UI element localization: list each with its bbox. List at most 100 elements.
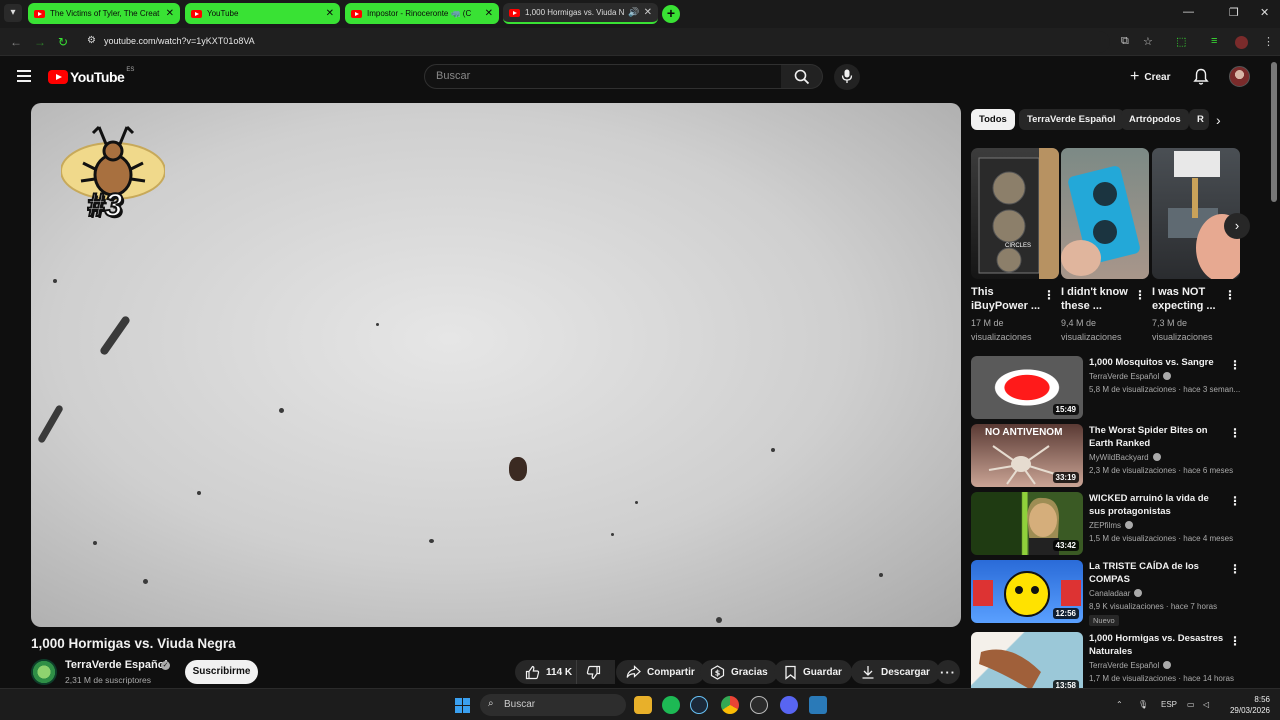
short-more-icon[interactable]: ⋮ [1134, 288, 1146, 302]
chip-channel[interactable]: TerraVerde Español [1019, 109, 1124, 130]
browser-tab-3[interactable]: Impostor - Rinoceronte 🦏 (C ✕ [345, 3, 499, 24]
recommendation-item[interactable]: 12:56 La TRISTE CAÍDA de los COMPAS Cana… [971, 560, 1261, 626]
new-tab-button[interactable]: + [662, 5, 680, 23]
speaker-icon[interactable]: 🔊 [628, 7, 639, 18]
page-scrollbar[interactable] [1271, 62, 1277, 202]
short-thumbnail[interactable] [1152, 148, 1240, 279]
install-app-icon[interactable]: ⧉ [1121, 35, 1129, 48]
tray-expand-icon[interactable]: ⌃ [1116, 700, 1123, 709]
create-button[interactable]: + Crear [1122, 66, 1178, 88]
chrome-icon[interactable] [721, 696, 739, 714]
chip-more[interactable]: R [1189, 109, 1209, 130]
short-title[interactable]: This iBuyPower ... [971, 285, 1041, 313]
spotify-icon[interactable] [662, 696, 680, 714]
back-arrow-icon[interactable]: ← [10, 35, 22, 49]
maximize-icon[interactable]: ❐ [1229, 6, 1239, 19]
close-tab-icon[interactable]: ✕ [644, 7, 652, 18]
file-explorer-icon[interactable] [634, 696, 652, 714]
taskbar-clock[interactable]: 8:56 29/03/2026 [1226, 694, 1270, 716]
more-actions-button[interactable]: ··· [936, 660, 960, 684]
short-thumbnail[interactable]: CIRCLES [971, 148, 1059, 279]
video-thumbnail[interactable]: 43:42 [971, 492, 1083, 555]
extensions-icon[interactable]: ⬚ [1176, 35, 1186, 48]
minimize-icon[interactable]: — [1183, 6, 1194, 18]
notifications-bell-icon[interactable] [1193, 68, 1209, 86]
recommendation-item[interactable]: 13:58 1,000 Hormigas vs. Desastres Natur… [971, 632, 1261, 688]
window-close-icon[interactable]: ✕ [1260, 6, 1269, 19]
short-title[interactable]: I was NOT expecting ... [1152, 285, 1222, 313]
search-button[interactable] [781, 64, 823, 89]
menu-hamburger-icon[interactable] [17, 70, 31, 82]
tab-search-dropdown[interactable]: ▾ [4, 4, 22, 22]
close-tab-icon[interactable]: ✕ [326, 8, 334, 19]
more-options-icon[interactable]: ⋮ [1229, 426, 1241, 440]
short-more-icon[interactable]: ⋮ [1043, 288, 1055, 302]
video-player[interactable]: #3 [31, 103, 961, 627]
windows-start-icon[interactable] [455, 698, 470, 713]
video-title[interactable]: 1,000 Mosquitos vs. Sangre [1089, 356, 1224, 369]
dislike-button[interactable] [576, 660, 610, 684]
subscribe-button[interactable]: Suscribirme [185, 660, 258, 684]
media-control-icon[interactable]: ≡ [1211, 35, 1217, 47]
recommendation-item[interactable]: 15:49 1,000 Mosquitos vs. Sangre TerraVe… [971, 356, 1261, 420]
video-thumbnail[interactable]: 13:58 [971, 632, 1083, 688]
site-info-icon[interactable]: ⚙ [87, 35, 96, 46]
channel-name[interactable]: ZEPfilms [1089, 521, 1133, 530]
more-options-icon[interactable]: ⋮ [1229, 494, 1241, 508]
recommendation-item[interactable]: NO ANTIVENOM 33:19 The Worst Spider Bite… [971, 424, 1261, 488]
share-button[interactable]: Compartir [616, 660, 705, 684]
more-options-icon[interactable]: ⋮ [1229, 562, 1241, 576]
channel-name[interactable]: MyWildBackyard [1089, 453, 1161, 462]
video-thumbnail[interactable]: NO ANTIVENOM 33:19 [971, 424, 1083, 487]
more-options-icon[interactable]: ⋮ [1229, 634, 1241, 648]
thanks-button[interactable]: $ Gracias [700, 660, 778, 684]
channel-name[interactable]: TerraVerde Español [1089, 661, 1172, 670]
forward-arrow-icon[interactable]: → [34, 35, 46, 49]
reload-icon[interactable]: ↻ [58, 35, 68, 49]
more-options-icon[interactable]: ⋮ [1229, 358, 1241, 372]
steam-icon[interactable] [690, 696, 708, 714]
chips-next-chevron-icon[interactable]: › [1216, 112, 1221, 128]
chip-all[interactable]: Todos [971, 109, 1015, 130]
video-thumbnail[interactable]: 15:49 [971, 356, 1083, 419]
browser-tab-active[interactable]: 1,000 Hormigas vs. Viuda N 🔊 ✕ [503, 3, 658, 24]
youtube-logo[interactable]: YouTube ES [48, 67, 134, 85]
close-tab-icon[interactable]: ✕ [485, 8, 493, 19]
channel-name[interactable]: TerraVerde Español [1089, 372, 1172, 381]
short-more-icon[interactable]: ⋮ [1224, 288, 1236, 302]
browser-tab-2[interactable]: YouTube ✕ [185, 3, 340, 24]
short-title[interactable]: I didn't know these ... [1061, 285, 1131, 313]
channel-name[interactable]: Canaladaar [1089, 589, 1143, 598]
shorts-next-button[interactable]: › [1224, 213, 1250, 239]
mic-tray-icon[interactable]: 🎙 [1138, 700, 1148, 709]
input-language[interactable]: ESP [1161, 700, 1177, 709]
close-tab-icon[interactable]: ✕ [166, 8, 174, 19]
taskbar-search-input[interactable]: Buscar [480, 694, 626, 716]
video-title[interactable]: The Worst Spider Bites on Earth Ranked [1089, 424, 1224, 450]
download-button[interactable]: Descargar [851, 660, 940, 684]
search-input[interactable]: Buscar [424, 64, 782, 89]
network-icon[interactable]: ▭ [1187, 700, 1195, 709]
save-button[interactable]: Guardar [774, 660, 852, 684]
video-title[interactable]: La TRISTE CAÍDA de los COMPAS [1089, 560, 1224, 586]
voice-search-button[interactable] [834, 64, 860, 90]
channel-avatar[interactable] [31, 659, 57, 685]
channel-name[interactable]: TerraVerde Español [65, 659, 168, 671]
discord-icon[interactable] [780, 696, 798, 714]
notepad-icon[interactable] [809, 696, 827, 714]
volume-icon[interactable]: ◁ [1203, 700, 1209, 709]
browser-menu-icon[interactable]: ⋮ [1263, 35, 1274, 48]
chip-arthropods[interactable]: Artrópodos [1121, 109, 1189, 130]
url-text[interactable]: youtube.com/watch?v=1yKXT01o8VA [104, 36, 255, 46]
recommendation-item[interactable]: 43:42 WICKED arruinó la vida de sus prot… [971, 492, 1261, 556]
video-title[interactable]: WICKED arruinó la vida de sus protagonis… [1089, 492, 1224, 518]
video-title[interactable]: 1,000 Hormigas vs. Desastres Naturales [1089, 632, 1224, 658]
profile-avatar-icon[interactable] [1235, 36, 1248, 49]
short-thumbnail[interactable] [1061, 148, 1149, 279]
date-text: 29/03/2026 [1229, 706, 1270, 715]
app-icon[interactable] [750, 696, 768, 714]
video-thumbnail[interactable]: 12:56 [971, 560, 1083, 623]
account-avatar[interactable] [1229, 66, 1250, 87]
browser-tab-1[interactable]: The Victims of Tyler, The Creat ✕ [28, 3, 180, 24]
bookmark-star-icon[interactable]: ☆ [1143, 35, 1153, 48]
